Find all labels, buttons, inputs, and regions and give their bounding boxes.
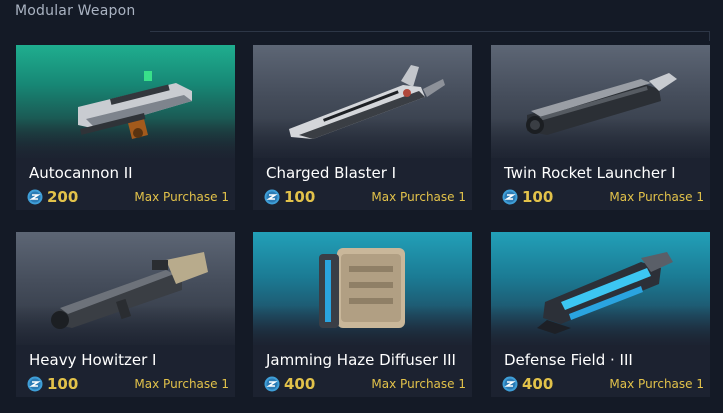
section-divider [150,31,709,32]
shop-card-defense-field[interactable]: Defense Field · III 400 Max Purchase 1 [491,232,710,397]
item-art [16,232,235,345]
item-price: 100 [522,188,554,206]
purchase-limit: Max Purchase 1 [134,377,229,391]
item-name: Heavy Howitzer I [29,351,157,369]
section-title: Modular Weapon [15,3,136,19]
shop-card-autocannon[interactable]: Autocannon II 200 Max Purchase 1 [16,45,235,210]
section-divider-end [709,31,710,41]
item-price: 200 [47,188,79,206]
item-name: Autocannon II [29,164,133,182]
defense-field-icon [537,252,673,334]
item-name: Charged Blaster I [266,164,397,182]
shop-card-jamming-haze-diffuser[interactable]: Jamming Haze Diffuser III 400 Max Purcha… [253,232,472,397]
heavy-howitzer-icon [51,252,208,329]
currency-coin-icon [502,376,518,392]
item-art [491,45,710,158]
purchase-limit: Max Purchase 1 [134,190,229,204]
item-price: 100 [47,375,79,393]
currency-coin-icon [27,189,43,205]
twin-rocket-launcher-icon [526,73,677,135]
price-row: 100 Max Purchase 1 [264,188,466,206]
charged-blaster-icon [289,65,445,139]
price-row: 200 Max Purchase 1 [27,188,229,206]
item-name: Jamming Haze Diffuser III [266,351,456,369]
purchase-limit: Max Purchase 1 [609,377,704,391]
purchase-limit: Max Purchase 1 [371,377,466,391]
currency-coin-icon [264,189,280,205]
price-row: 400 Max Purchase 1 [264,375,466,393]
item-price: 100 [284,188,316,206]
shop-card-charged-blaster[interactable]: Charged Blaster I 100 Max Purchase 1 [253,45,472,210]
price-row: 400 Max Purchase 1 [502,375,704,393]
price-row: 100 Max Purchase 1 [27,375,229,393]
item-price: 400 [284,375,316,393]
currency-coin-icon [27,376,43,392]
item-art [253,45,472,158]
shop-card-heavy-howitzer[interactable]: Heavy Howitzer I 100 Max Purchase 1 [16,232,235,397]
item-name: Defense Field · III [504,351,633,369]
autocannon-icon [78,71,192,139]
currency-coin-icon [264,376,280,392]
item-name: Twin Rocket Launcher I [504,164,676,182]
item-art [253,232,472,345]
currency-coin-icon [502,189,518,205]
purchase-limit: Max Purchase 1 [609,190,704,204]
purchase-limit: Max Purchase 1 [371,190,466,204]
price-row: 100 Max Purchase 1 [502,188,704,206]
item-price: 400 [522,375,554,393]
item-art [491,232,710,345]
shop-card-twin-rocket-launcher[interactable]: Twin Rocket Launcher I 100 Max Purchase … [491,45,710,210]
jamming-haze-diffuser-icon [319,248,405,328]
item-art [16,45,235,158]
